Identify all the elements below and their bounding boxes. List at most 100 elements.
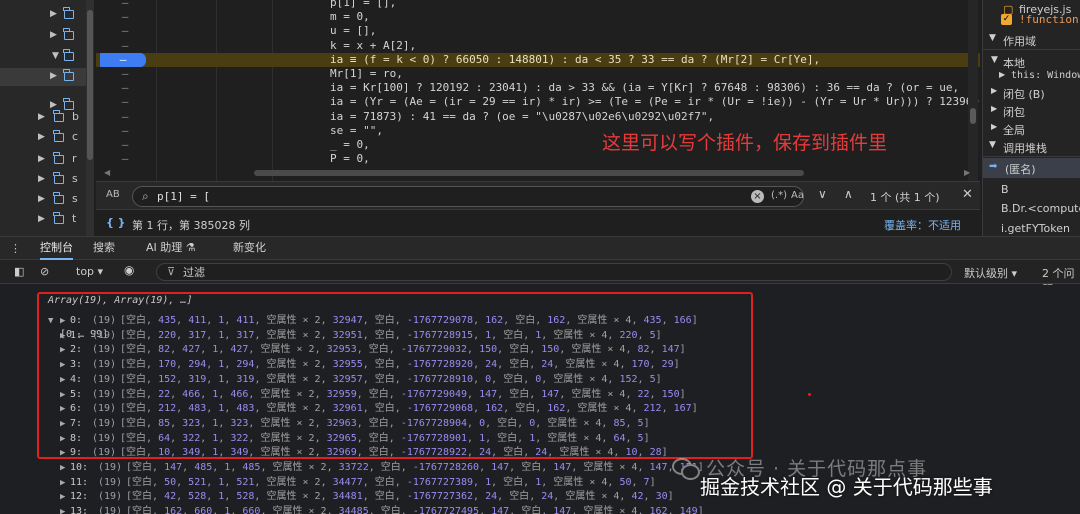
code-line[interactable]: – u = [],: [96, 24, 980, 38]
line-gutter[interactable]: –: [96, 81, 154, 95]
line-gutter[interactable]: –: [96, 67, 154, 81]
callstack-frame[interactable]: i.getFYToken: [983, 219, 1080, 236]
clear-search-icon[interactable]: ×: [751, 190, 764, 203]
array-entry[interactable]: ▶ 2: (19) [空白, 82, 427, 1, 427, 空属性 × 2, 32…: [0, 343, 1080, 358]
code-line[interactable]: – k = x + A[2],: [96, 39, 980, 53]
next-match-button[interactable]: ∨: [818, 187, 827, 201]
file-tree-item[interactable]: ▶ s: [0, 190, 88, 210]
array-entry[interactable]: ▶ 5: (19) [空白, 22, 466, 1, 466, 空属性 × 2, 32…: [0, 388, 1080, 403]
clear-console-icon[interactable]: ⊘: [40, 265, 49, 278]
live-expression-eye-icon[interactable]: ◉: [124, 263, 134, 277]
file-tree-item[interactable]: ▶: [0, 5, 88, 25]
scope-closure[interactable]: ▶ 闭包: [983, 101, 1080, 120]
file-tree-item[interactable]: ▶: [0, 67, 88, 87]
file-tree-item[interactable]: ▶ s: [0, 170, 88, 190]
line-gutter[interactable]: –: [96, 95, 154, 109]
line-gutter[interactable]: –: [96, 10, 154, 24]
file-tree-scrollbar[interactable]: [86, 0, 94, 236]
context-selector[interactable]: top ▾: [76, 265, 103, 278]
line-gutter[interactable]: –: [96, 152, 154, 166]
replace-toggle-icon[interactable]: AB: [106, 189, 120, 200]
line-gutter[interactable]: –: [96, 110, 154, 124]
tab-search[interactable]: 搜索: [93, 237, 115, 260]
expand-arrow-icon[interactable]: ▶: [50, 30, 57, 40]
paused-code-line[interactable]: – ia ≡ (f = k < 0) ? 66050 : 148801) : da…: [96, 52, 980, 67]
close-search-button[interactable]: ✕: [962, 187, 973, 202]
code-line[interactable]: – Mr[1] = ro,: [96, 67, 980, 81]
log-level-dropdown[interactable]: 默认级别 ▾: [964, 265, 1017, 281]
callstack-frame[interactable]: B: [983, 180, 1080, 200]
expand-arrow-icon[interactable]: ▶: [50, 9, 57, 19]
code-line[interactable]: – p[1] = [],: [96, 0, 980, 10]
file-tree-item[interactable]: ▼: [0, 47, 88, 67]
array-entry[interactable]: ▶ 3: (19) [空白, 170, 294, 1, 294, 空属性 × 2, 3…: [0, 358, 1080, 373]
expand-arrow-icon[interactable]: ▶: [38, 194, 45, 204]
tab-whats-new[interactable]: 新变化: [233, 237, 266, 260]
regex-toggle[interactable]: (.*): [771, 190, 787, 201]
line-gutter[interactable]: –: [96, 24, 154, 38]
expand-arrow-icon[interactable]: ▶: [60, 343, 65, 358]
callstack-section-header[interactable]: ▼ 调用堆栈: [983, 137, 1080, 157]
line-gutter[interactable]: –: [96, 124, 154, 138]
expand-arrow-icon[interactable]: ▶: [38, 154, 45, 164]
expand-arrow-icon[interactable]: ▶: [38, 174, 45, 184]
file-tree-item[interactable]: ▶ r: [0, 150, 88, 170]
tab-ai-assistant[interactable]: AI 助理 ⚗: [146, 237, 196, 260]
breakpoint-marker[interactable]: –: [100, 52, 146, 67]
line-gutter[interactable]: –: [96, 39, 154, 53]
more-tabs-icon[interactable]: ⋮: [10, 242, 21, 255]
expand-arrow-icon[interactable]: ▶: [60, 388, 65, 403]
file-tree-item[interactable]: ▶ t: [0, 210, 88, 230]
breakpoint-item[interactable]: ✓ !function(: [983, 10, 1080, 30]
expand-arrow-icon[interactable]: ▶: [60, 314, 65, 329]
breakpoint-checkbox[interactable]: ✓: [1001, 14, 1012, 25]
file-tree-item[interactable]: ▶: [0, 26, 88, 46]
array-entry[interactable]: ▶ 13: (19) [空白, 162, 660, 1, 660, 空属性 × 2, …: [0, 505, 1080, 514]
array-entry[interactable]: ▶ 8: (19) [空白, 64, 322, 1, 322, 空属性 × 2, 32…: [0, 432, 1080, 447]
expand-arrow-icon[interactable]: ▶: [38, 112, 45, 122]
match-case-toggle[interactable]: Aa: [791, 190, 804, 201]
editor-vertical-scrollbar[interactable]: [968, 0, 978, 181]
array-entry[interactable]: ▶ 1: (19) [空白, 220, 317, 1, 317, 空属性 × 2, 3…: [0, 329, 1080, 344]
expand-arrow-icon[interactable]: ▶: [60, 432, 65, 447]
expand-arrow-icon[interactable]: ▶: [50, 71, 57, 81]
expand-arrow-icon[interactable]: ▶: [60, 402, 65, 417]
expand-arrow-icon[interactable]: ▶: [60, 461, 65, 476]
scope-section-header[interactable]: ▼ 作用域: [983, 30, 1080, 50]
expand-arrow-icon[interactable]: ▶: [60, 490, 65, 505]
expand-arrow-icon[interactable]: ▶: [38, 132, 45, 142]
array-range-group[interactable]: ▼ [0 … 99]: [0, 299, 1080, 341]
callstack-frame[interactable]: B.Dr.<computed>: [983, 199, 1080, 219]
filter-input[interactable]: [183, 265, 923, 279]
file-tree-item[interactable]: ▶ b: [0, 108, 88, 128]
expand-arrow-icon[interactable]: ▶: [38, 214, 45, 224]
line-gutter[interactable]: –: [96, 138, 154, 152]
expand-arrow-icon[interactable]: ▶: [60, 446, 65, 461]
code-line[interactable]: – m = 0,: [96, 10, 980, 24]
line-gutter[interactable]: –: [96, 0, 154, 10]
coverage-status[interactable]: 覆盖率：不适用: [884, 217, 961, 233]
expand-arrow-icon[interactable]: ▶: [60, 476, 65, 491]
sidebar-toggle-icon[interactable]: ◧: [14, 265, 24, 278]
pretty-print-button[interactable]: { }: [106, 216, 126, 229]
editor-horizontal-scrollbar[interactable]: ◀ ▶: [104, 168, 974, 178]
code-line[interactable]: – ia = Kr[100] ? 120192 : 23041) : da > 3…: [96, 81, 980, 95]
collapse-arrow-icon[interactable]: ▼: [52, 51, 59, 61]
expand-arrow-icon[interactable]: ▶: [60, 505, 65, 514]
expand-arrow-icon[interactable]: ▶: [60, 417, 65, 432]
tab-console[interactable]: 控制台: [40, 237, 73, 260]
array-entry[interactable]: ▶ 4: (19) [空白, 152, 319, 1, 319, 空属性 × 2, 3…: [0, 373, 1080, 388]
expand-arrow-icon[interactable]: ▶: [60, 373, 65, 388]
search-input[interactable]: [157, 189, 747, 204]
file-tree-item[interactable]: ▶ c: [0, 128, 88, 148]
previous-match-button[interactable]: ∧: [844, 187, 853, 201]
expand-arrow-icon[interactable]: ▶: [60, 358, 65, 373]
array-entry[interactable]: ▶ 0: (19) [空白, 435, 411, 1, 411, 空属性 × 2, 3…: [0, 314, 1080, 329]
code-line[interactable]: – ia = 71873) : 41 == da ? (oe = "\u0287\…: [96, 110, 980, 124]
array-entry[interactable]: ▶ 6: (19) [空白, 212, 483, 1, 483, 空属性 × 2, 3…: [0, 402, 1080, 417]
scope-global[interactable]: ▶ 全局: [983, 119, 1080, 138]
code-editor[interactable]: – p[1] = [], – m = 0, – u = [], – k = x + A[2],…: [96, 0, 980, 181]
code-line[interactable]: – ia = (Yr = (Ae = (ir = 29 == ir) * ir) …: [96, 95, 980, 109]
expand-arrow-icon[interactable]: ▶: [60, 329, 65, 344]
array-entry[interactable]: ▶ 7: (19) [空白, 85, 323, 1, 323, 空属性 × 2, 32…: [0, 417, 1080, 432]
